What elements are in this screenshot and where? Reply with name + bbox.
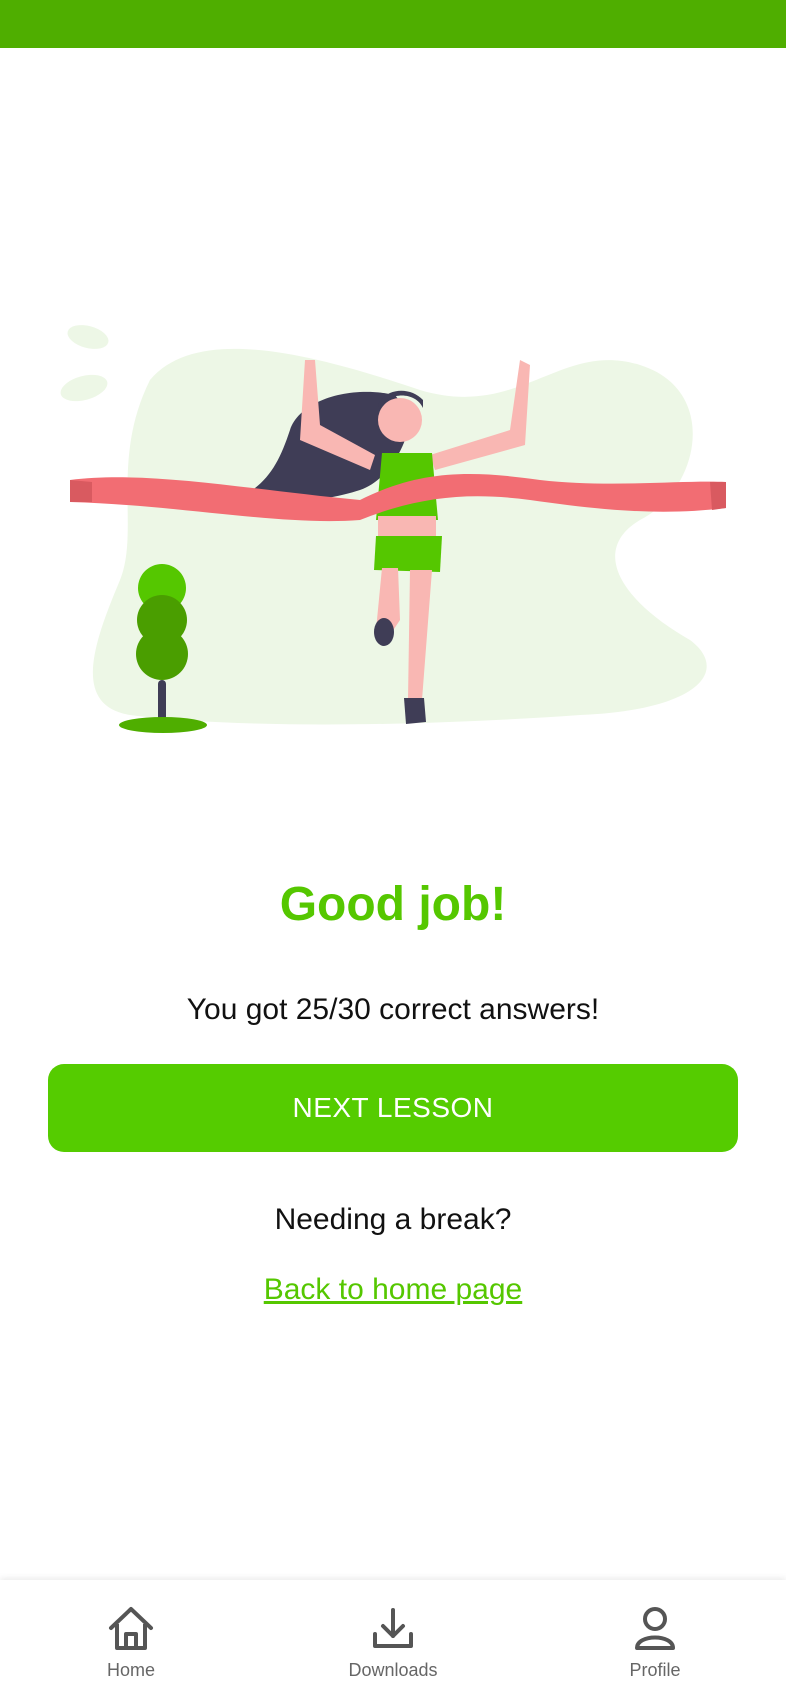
status-bar	[0, 0, 786, 48]
leaf-bottom	[60, 374, 108, 402]
runner-shoe-front	[404, 698, 426, 724]
tree-top-3	[136, 628, 188, 680]
nav-label-home: Home	[106, 1659, 155, 1680]
finish-line-illustration	[60, 325, 726, 733]
bottom-navigation: Home Downloads Profile	[0, 1580, 786, 1702]
runner-shorts	[374, 536, 442, 572]
nav-item-profile[interactable]: Profile	[555, 1580, 755, 1702]
nav-item-downloads[interactable]: Downloads	[293, 1580, 493, 1702]
home-link-container: Back to home page	[0, 1270, 786, 1310]
runner-head	[378, 398, 422, 442]
result-title: Good job!	[279, 878, 507, 931]
ribbon-shadow-right	[710, 482, 726, 510]
next-lesson-button[interactable]: NEXT LESSON	[48, 1064, 738, 1152]
leaf-top	[67, 325, 109, 349]
score-text: You got 25/30 correct answers!	[186, 993, 600, 1026]
runner-shoe-back	[374, 618, 394, 646]
home-icon	[103, 1602, 159, 1654]
break-prompt: Needing a break?	[274, 1203, 512, 1236]
tree-shadow	[119, 717, 207, 733]
download-icon	[365, 1602, 421, 1654]
runner-midriff	[378, 516, 436, 538]
back-to-home-link[interactable]: Back to home page	[264, 1273, 523, 1306]
ribbon-shadow	[70, 480, 92, 502]
nav-label-downloads: Downloads	[348, 1659, 438, 1680]
profile-icon	[627, 1602, 683, 1654]
nav-label-profile: Profile	[629, 1659, 681, 1680]
nav-item-home[interactable]: Home	[31, 1580, 231, 1702]
